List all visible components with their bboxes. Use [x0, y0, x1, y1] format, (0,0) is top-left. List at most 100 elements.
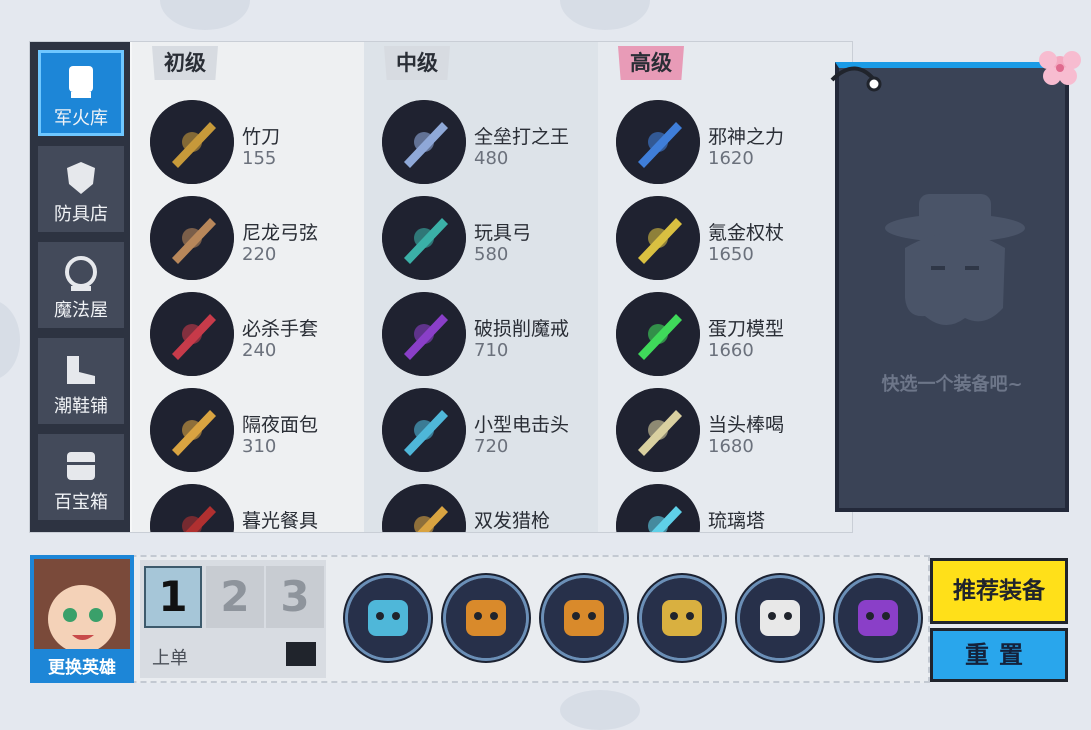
item-price: 480	[474, 148, 509, 169]
item-price: 1680	[708, 436, 754, 457]
nav-label: 潮鞋铺	[54, 396, 108, 417]
shop-item[interactable]: 玩具弓 580	[382, 196, 602, 282]
shop-item[interactable]: 尼龙弓弦 220	[150, 196, 370, 282]
scythe-icon	[616, 292, 700, 376]
medkit-icon[interactable]	[740, 578, 820, 658]
tier-title-high: 高级	[618, 46, 684, 80]
build-slot-tab-3[interactable]: 3	[266, 566, 324, 628]
ring-icon	[382, 292, 466, 376]
item-name: 琉璃塔	[708, 510, 766, 532]
shop-item[interactable]: 邪神之力 1620	[616, 100, 836, 186]
reset-button[interactable]: 重置	[930, 628, 1068, 682]
shop-item[interactable]: 琉璃塔	[616, 484, 836, 532]
purple-cat-icon[interactable]	[838, 578, 918, 658]
edit-icon[interactable]	[286, 642, 316, 666]
spear-icon	[616, 100, 700, 184]
tier-title-mid: 中级	[384, 46, 450, 80]
shop-item[interactable]: 蛋刀模型 1660	[616, 292, 836, 378]
build-slot-tab-2[interactable]: 2	[206, 566, 264, 628]
item-name: 双发猎枪	[474, 510, 551, 532]
item-name: 氪金权杖	[708, 222, 785, 244]
nav-label: 百宝箱	[54, 492, 108, 513]
item-price: 310	[242, 436, 277, 457]
item-name: 暮光餐具	[242, 510, 319, 532]
cherry-blossom-icon	[1039, 51, 1081, 85]
shop-category-nav: 军火库 防具店 魔法屋 潮鞋铺 百宝箱	[30, 42, 130, 532]
nav-item-shoes[interactable]: 潮鞋铺	[38, 338, 124, 424]
item-price: 155	[242, 148, 277, 169]
shop-item[interactable]: 小型电击头 720	[382, 388, 602, 474]
item-name: 全垒打之王	[474, 126, 570, 148]
ghost-mascot-icon	[885, 194, 1025, 326]
fist-icon	[69, 66, 93, 98]
item-name: 必杀手套	[242, 318, 319, 340]
recommend-equipment-button[interactable]: 推荐装备	[930, 558, 1068, 624]
boot-icon	[67, 356, 95, 384]
nav-item-magic[interactable]: 魔法屋	[38, 242, 124, 328]
nav-label: 魔法屋	[54, 300, 108, 321]
background-blob	[560, 690, 640, 730]
bread-icon	[150, 388, 234, 472]
shop-item[interactable]: 必杀手套 240	[150, 292, 370, 378]
nav-item-armor[interactable]: 防具店	[38, 146, 124, 232]
item-price: 580	[474, 244, 509, 265]
nav-item-arsenal[interactable]: 军火库	[38, 50, 124, 136]
shop-item[interactable]: 竹刀 155	[150, 100, 370, 186]
shop-item[interactable]: 全垒打之王 480	[382, 100, 602, 186]
bowstring-icon	[150, 196, 234, 280]
shotgun-icon	[382, 484, 466, 532]
build-slots: 1 2 3 上单	[140, 560, 326, 678]
crystal-ball-icon	[65, 256, 97, 291]
background-blob	[560, 0, 650, 30]
background-blob	[160, 0, 250, 30]
chest-icon	[67, 452, 95, 480]
shop-item[interactable]: 隔夜面包 310	[150, 388, 370, 474]
item-price: 1620	[708, 148, 754, 169]
item-name: 尼龙弓弦	[242, 222, 319, 244]
select-item-hint: 快选一个装备吧~	[881, 374, 1023, 395]
shock-head-icon	[382, 388, 466, 472]
hero-avatar	[34, 559, 130, 649]
background-blob	[0, 300, 20, 380]
shop-item[interactable]: 氪金权杖 1650	[616, 196, 836, 282]
shop-item[interactable]: 当头棒喝 1680	[616, 388, 836, 474]
item-name: 蛋刀模型	[708, 318, 785, 340]
blade-icon[interactable]	[348, 578, 428, 658]
scepter-icon	[616, 196, 700, 280]
bamboo-sword-icon	[150, 100, 234, 184]
item-price: 1660	[708, 340, 754, 361]
item-detail-card: 快选一个装备吧~	[835, 62, 1069, 512]
item-price: 220	[242, 244, 277, 265]
shop-item[interactable]: 暮光餐具	[150, 484, 370, 532]
shop-item[interactable]: 破损削魔戒 710	[382, 292, 602, 378]
tier-title-basic: 初级	[152, 46, 218, 80]
item-name: 小型电击头	[474, 414, 570, 436]
item-price: 240	[242, 340, 277, 361]
item-name: 当头棒喝	[708, 414, 785, 436]
shop-item[interactable]: 双发猎枪	[382, 484, 602, 532]
hazmat-suit-icon[interactable]	[446, 578, 526, 658]
item-price: 1650	[708, 244, 754, 265]
helmet-icon[interactable]	[642, 578, 722, 658]
item-name: 破损削魔戒	[474, 318, 570, 340]
shield-icon	[67, 162, 95, 194]
change-hero-button[interactable]: 更换英雄	[30, 653, 134, 683]
nav-label: 防具店	[54, 204, 108, 225]
cutlery-icon	[150, 484, 234, 532]
build-lane-label: 上单	[152, 648, 188, 669]
item-price: 720	[474, 436, 509, 457]
fan-icon	[616, 388, 700, 472]
item-name: 邪神之力	[708, 126, 785, 148]
nav-label: 军火库	[54, 108, 108, 129]
nav-item-treasure[interactable]: 百宝箱	[38, 434, 124, 520]
build-slot-tab-1[interactable]: 1	[144, 566, 202, 628]
crystal-tower-icon	[616, 484, 700, 532]
spiked-box-icon[interactable]	[544, 578, 624, 658]
item-price: 710	[474, 340, 509, 361]
item-name: 隔夜面包	[242, 414, 319, 436]
item-name: 竹刀	[242, 126, 281, 148]
pin-hook-icon	[830, 66, 882, 92]
hero-panel[interactable]: 更换英雄	[30, 555, 134, 683]
boxing-glove-icon	[150, 292, 234, 376]
item-grid: 初级 中级 高级 竹刀 155 尼龙弓弦 220 必杀手套 240 隔夜面包 310 暮光餐具 全…	[132, 42, 852, 532]
